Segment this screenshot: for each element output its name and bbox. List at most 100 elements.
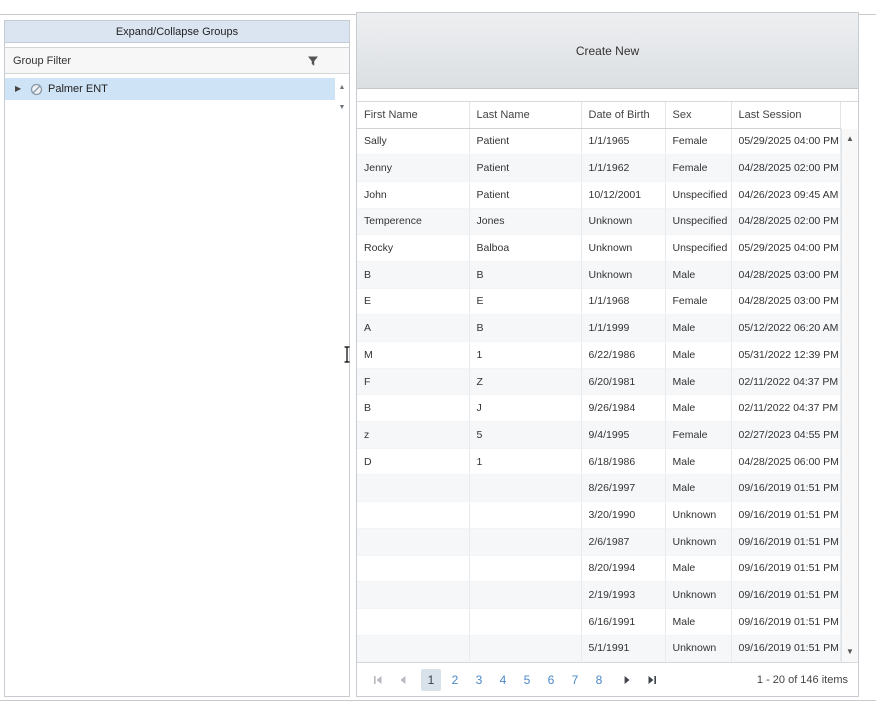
table-row[interactable]: M16/22/1986Male05/31/2022 12:39 PM: [357, 342, 841, 369]
table-cell: z: [357, 422, 469, 449]
table-cell: 09/16/2019 01:51 PM: [731, 555, 841, 582]
table-cell: Unspecified: [665, 235, 731, 262]
table-cell: 09/16/2019 01:51 PM: [731, 608, 841, 635]
column-header[interactable]: Date of Birth: [581, 102, 665, 128]
grid-scrollbar[interactable]: ▲ ▼: [841, 129, 858, 662]
table-row[interactable]: 2/19/1993Unknown09/16/2019 01:51 PM: [357, 582, 841, 609]
table-row[interactable]: 6/16/1991Male09/16/2019 01:51 PM: [357, 608, 841, 635]
table-cell: 09/16/2019 01:51 PM: [731, 475, 841, 502]
table-cell: Jenny: [357, 155, 469, 182]
page-button[interactable]: 7: [565, 669, 585, 691]
pager-status: 1 - 20 of 146 items: [757, 674, 848, 686]
table-cell: B: [357, 261, 469, 288]
table-cell: B: [469, 261, 581, 288]
table-row[interactable]: 5/1/1991Unknown09/16/2019 01:51 PM: [357, 635, 841, 662]
table-cell: 09/16/2019 01:51 PM: [731, 502, 841, 529]
table-cell: John: [357, 181, 469, 208]
table-row[interactable]: BBUnknownMale04/28/2025 03:00 PM: [357, 261, 841, 288]
page-button[interactable]: 5: [517, 669, 537, 691]
table-cell: 04/28/2025 02:00 PM: [731, 155, 841, 182]
page-button[interactable]: 8: [589, 669, 609, 691]
table-cell: [469, 635, 581, 662]
clients-grid-wrap: First NameLast NameDate of BirthSexLast …: [357, 101, 858, 662]
table-cell: Unknown: [665, 502, 731, 529]
table-cell: Patient: [469, 128, 581, 155]
next-page-button[interactable]: [616, 669, 638, 691]
tree-item-group[interactable]: ▶ Palmer ENT: [5, 78, 335, 100]
table-cell: [357, 502, 469, 529]
page-button[interactable]: 3: [469, 669, 489, 691]
table-row[interactable]: RockyBalboaUnknownUnspecified05/29/2025 …: [357, 235, 841, 262]
expand-arrow-icon[interactable]: ▶: [15, 85, 25, 93]
page-button[interactable]: 1: [421, 669, 441, 691]
table-row[interactable]: EE1/1/1968Female04/28/2025 03:00 PM: [357, 288, 841, 315]
table-cell: [357, 635, 469, 662]
first-page-button[interactable]: [367, 669, 389, 691]
column-header[interactable]: Sex: [665, 102, 731, 128]
grid-body: SallyPatient1/1/1965Female05/29/2025 04:…: [357, 128, 841, 662]
table-cell: Female: [665, 288, 731, 315]
table-row[interactable]: AB1/1/1999Male05/12/2022 06:20 AM: [357, 315, 841, 342]
scroll-up-icon[interactable]: ▲: [336, 78, 348, 98]
column-header[interactable]: First Name: [357, 102, 469, 128]
scroll-up-icon[interactable]: ▲: [842, 131, 858, 147]
table-cell: Jones: [469, 208, 581, 235]
filter-icon[interactable]: [307, 55, 319, 67]
scroll-down-icon[interactable]: ▼: [336, 98, 348, 118]
table-row[interactable]: 2/6/1987Unknown09/16/2019 01:51 PM: [357, 528, 841, 555]
table-row[interactable]: 8/26/1997Male09/16/2019 01:51 PM: [357, 475, 841, 502]
table-cell: 5/1/1991: [581, 635, 665, 662]
table-row[interactable]: 3/20/1990Unknown09/16/2019 01:51 PM: [357, 502, 841, 529]
table-cell: 1/1/1968: [581, 288, 665, 315]
table-cell: Unspecified: [665, 208, 731, 235]
table-cell: Male: [665, 608, 731, 635]
table-cell: 6/22/1986: [581, 342, 665, 369]
table-row[interactable]: TemperenceJonesUnknownUnspecified04/28/2…: [357, 208, 841, 235]
table-cell: Z: [469, 368, 581, 395]
table-cell: 3/20/1990: [581, 502, 665, 529]
table-cell: 1: [469, 342, 581, 369]
table-cell: Patient: [469, 181, 581, 208]
table-cell: 8/20/1994: [581, 555, 665, 582]
table-cell: 1/1/1999: [581, 315, 665, 342]
table-cell: 04/28/2025 03:00 PM: [731, 261, 841, 288]
table-cell: B: [469, 315, 581, 342]
page-button[interactable]: 4: [493, 669, 513, 691]
create-new-button[interactable]: Create New: [357, 13, 858, 89]
table-cell: 6/16/1991: [581, 608, 665, 635]
table-row[interactable]: SallyPatient1/1/1965Female05/29/2025 04:…: [357, 128, 841, 155]
table-row[interactable]: z59/4/1995Female02/27/2023 04:55 PM: [357, 422, 841, 449]
table-cell: E: [469, 288, 581, 315]
page-button[interactable]: 2: [445, 669, 465, 691]
table-cell: Female: [665, 422, 731, 449]
table-cell: [357, 475, 469, 502]
table-cell: 10/12/2001: [581, 181, 665, 208]
table-cell: Male: [665, 555, 731, 582]
group-filter-bar[interactable]: Group Filter: [5, 47, 349, 74]
page-button[interactable]: 6: [541, 669, 561, 691]
table-row[interactable]: FZ6/20/1981Male02/11/2022 04:37 PM: [357, 368, 841, 395]
table-cell: Unknown: [581, 235, 665, 262]
column-header[interactable]: Last Session: [731, 102, 841, 128]
table-row[interactable]: 8/20/1994Male09/16/2019 01:51 PM: [357, 555, 841, 582]
prev-page-button[interactable]: [392, 669, 414, 691]
table-cell: Unknown: [581, 208, 665, 235]
table-cell: Female: [665, 155, 731, 182]
table-row[interactable]: D16/18/1986Male04/28/2025 06:00 PM: [357, 448, 841, 475]
last-page-button[interactable]: [641, 669, 663, 691]
column-header[interactable]: Last Name: [469, 102, 581, 128]
table-row[interactable]: JennyPatient1/1/1962Female04/28/2025 02:…: [357, 155, 841, 182]
table-cell: 09/16/2019 01:51 PM: [731, 528, 841, 555]
table-cell: J: [469, 395, 581, 422]
expand-collapse-groups-button[interactable]: Expand/Collapse Groups: [5, 21, 349, 43]
table-row[interactable]: JohnPatient10/12/2001Unspecified04/26/20…: [357, 181, 841, 208]
table-cell: Temperence: [357, 208, 469, 235]
table-cell: Unknown: [581, 261, 665, 288]
table-cell: 04/28/2025 06:00 PM: [731, 448, 841, 475]
table-cell: 1: [469, 448, 581, 475]
table-cell: Rocky: [357, 235, 469, 262]
tree-scrollbar[interactable]: ▲ ▼: [336, 78, 348, 124]
table-row[interactable]: BJ9/26/1984Male02/11/2022 04:37 PM: [357, 395, 841, 422]
table-cell: [469, 582, 581, 609]
scroll-down-icon[interactable]: ▼: [842, 644, 858, 660]
